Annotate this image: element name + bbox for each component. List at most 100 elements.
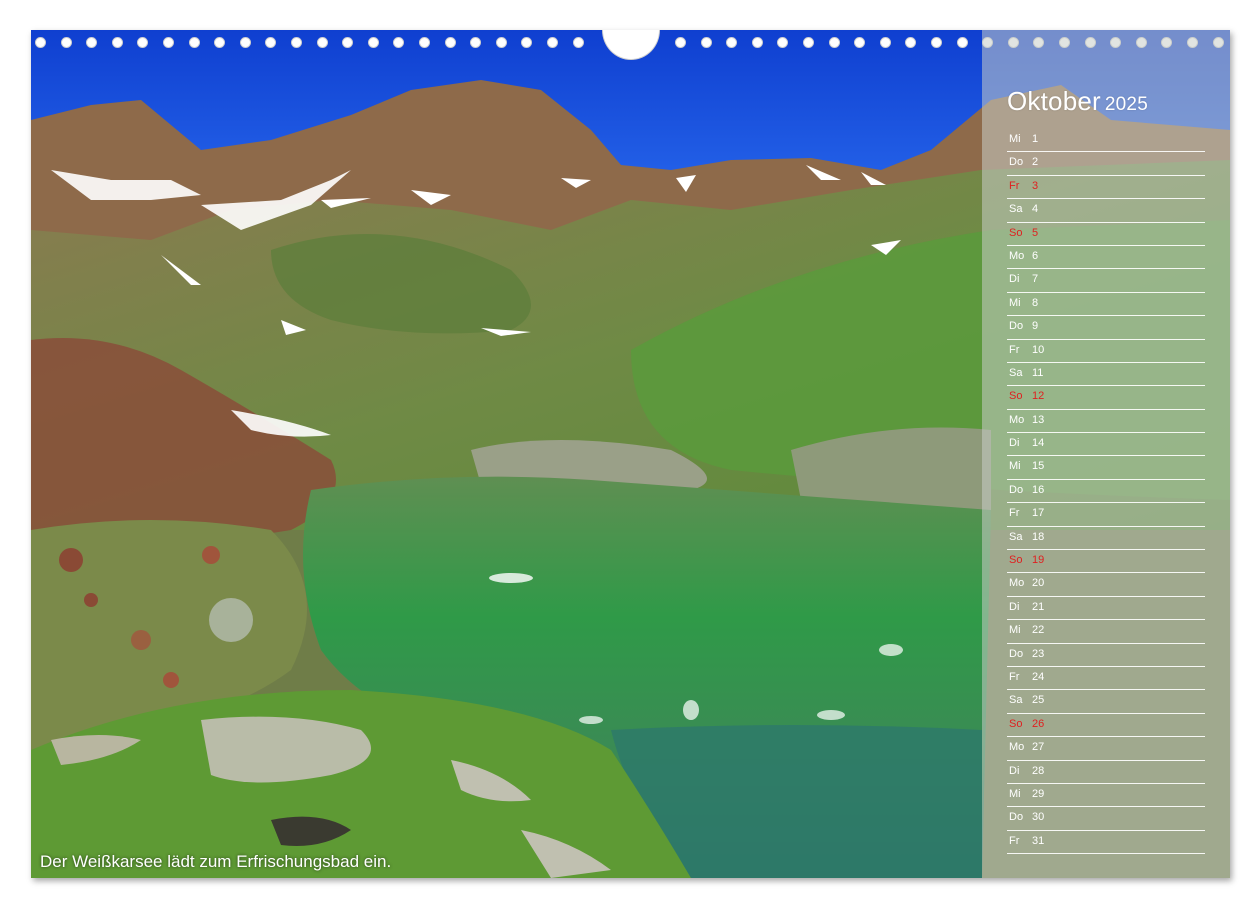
binding-hole [931,37,942,48]
binding-hole [905,37,917,48]
binding-hole [547,37,558,48]
binding-hole [803,37,814,48]
day-number: 16 [1032,483,1045,496]
binding-hole [342,37,354,48]
day-weekday: Mo [1009,249,1025,262]
binding-hole [35,37,46,48]
binding-hole [214,37,226,48]
day-row: So 19 [1007,550,1205,574]
day-row: Fr 10 [1007,340,1205,363]
day-row: Di 14 [1007,433,1205,457]
binding-hole [265,37,277,48]
day-row: Mo 13 [1007,410,1205,434]
binding-hole [163,37,174,48]
binding-hole [419,37,430,48]
day-row: Di 28 [1007,761,1205,784]
day-number: 10 [1032,343,1045,356]
day-weekday: Mi [1009,624,1021,637]
day-list: Mi 1 Do 2 Fr 3 Sa 4 So 5 Mo 6 Di 7 Mi 8 Do 9 Fr 10 Sa 11 So 12 M… [1007,129,1205,855]
binding-hole [879,37,891,48]
day-number: 19 [1032,554,1045,567]
day-number: 31 [1032,834,1045,847]
day-number: 6 [1032,249,1039,262]
day-weekday: Fr [1009,179,1020,192]
day-number: 11 [1032,366,1044,379]
day-number: 22 [1032,624,1045,637]
day-number: 12 [1032,390,1045,403]
binding-hole [675,37,686,48]
day-number: 30 [1032,811,1045,824]
binding-hole [777,37,789,48]
day-row: So 12 [1007,386,1205,410]
day-row: Mo 27 [1007,737,1205,761]
day-weekday: Fr [1009,670,1020,683]
day-row: Fr 24 [1007,667,1205,691]
day-number: 18 [1032,530,1045,543]
day-weekday: Do [1009,320,1024,333]
day-row: Mo 6 [1007,246,1205,270]
binding-hole [521,37,533,48]
day-number: 20 [1032,577,1045,590]
calendar-page: Oktober 2025 Mi 1 Do 2 Fr 3 Sa 4 So 5 Mo 6 Di 7 Mi 8 Do 9 F… [31,30,1230,878]
binding-hole [291,37,302,48]
day-row: Mi 8 [1007,293,1205,317]
day-number: 23 [1032,647,1045,660]
day-weekday: Di [1009,600,1020,613]
binding-hole [444,37,456,48]
day-weekday: Sa [1009,203,1023,216]
day-row: Di 7 [1007,269,1205,293]
binding-hole [726,37,738,48]
day-weekday: Mo [1009,413,1025,426]
day-weekday: Di [1009,273,1020,286]
day-number: 4 [1032,203,1039,216]
day-row: Do 23 [1007,644,1205,667]
year-label: 2025 [1104,94,1148,115]
day-weekday: So [1009,554,1023,567]
day-row: Sa 11 [1007,363,1205,387]
day-weekday: Sa [1009,530,1023,543]
day-number: 1 [1032,133,1039,145]
day-weekday: Mo [1009,741,1025,754]
day-row: Fr 31 [1007,831,1205,855]
day-weekday: Do [1009,647,1024,660]
day-number: 8 [1032,296,1039,309]
day-weekday: Mi [1009,460,1021,473]
day-number: 7 [1032,273,1039,286]
day-number: 9 [1032,320,1039,333]
day-row: Mi 29 [1007,784,1205,808]
photo-caption: Der Weißkarsee lädt zum Erfrischungsbad … [40,852,392,871]
binding-hole [188,37,200,48]
day-weekday: Fr [1009,834,1020,847]
binding-hole [60,37,72,48]
day-weekday: Di [1009,437,1020,450]
day-weekday: So [1009,390,1023,403]
day-weekday: Mi [1009,296,1021,309]
binding-hole [111,37,123,48]
binding-hole [367,37,379,48]
day-row: Mi 22 [1007,620,1205,644]
day-row: Mi 1 [1007,129,1205,153]
day-row: Do 9 [1007,316,1205,340]
day-row: Do 30 [1007,807,1205,831]
day-weekday: So [1009,717,1023,730]
day-number: 3 [1032,179,1039,192]
binding-hole [86,37,98,48]
day-weekday: So [1009,226,1023,239]
binding-hole [854,37,866,48]
day-row: Fr 3 [1007,176,1205,200]
month-name: Oktober [1007,86,1101,116]
day-weekday: Do [1009,811,1024,824]
day-row: So 5 [1007,223,1205,246]
day-number: 28 [1032,764,1045,777]
day-number: 2 [1032,156,1039,169]
binding-hole [700,37,712,48]
day-weekday: Mi [1009,787,1021,800]
binding-hole [828,37,840,48]
day-row: Fr 17 [1007,503,1205,527]
day-weekday: Do [1009,156,1024,169]
day-weekday: Mi [1009,133,1021,145]
binding-hole [751,37,763,48]
day-row: Sa 25 [1007,690,1205,714]
day-row: Do 2 [1007,152,1205,176]
day-row: Sa 18 [1007,527,1205,551]
